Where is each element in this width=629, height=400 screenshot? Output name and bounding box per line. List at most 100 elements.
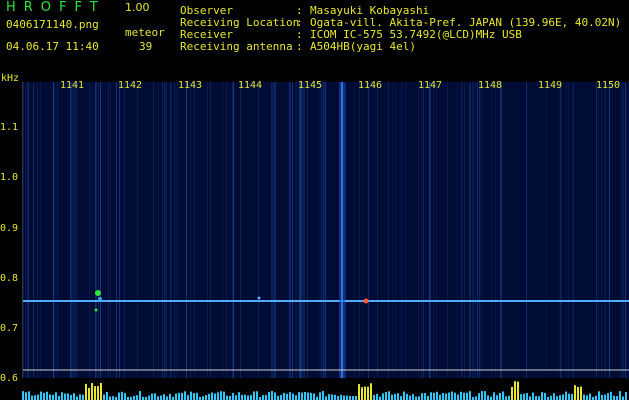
- histogram-bar: [589, 393, 591, 400]
- histogram-bar: [511, 386, 513, 400]
- histogram-bar: [616, 396, 618, 400]
- noise-streak: [77, 82, 78, 380]
- app-version: 1.00: [125, 1, 150, 14]
- noise-streak: [421, 82, 422, 380]
- noise-streak: [609, 82, 610, 380]
- histogram-bar: [373, 395, 375, 400]
- noise-streak: [321, 82, 322, 380]
- spectrogram-plot: [22, 82, 629, 380]
- meteor-count-histogram: [22, 378, 628, 400]
- noise-streak: [605, 82, 606, 380]
- noise-streak: [307, 82, 308, 380]
- histogram-bar: [160, 395, 162, 400]
- histogram-bar: [406, 393, 408, 400]
- histogram-bar: [31, 395, 33, 400]
- histogram-bar: [385, 391, 387, 400]
- noise-streak: [275, 82, 276, 380]
- noise-streak: [401, 82, 402, 380]
- noise-streak: [158, 82, 159, 380]
- histogram-bar: [64, 393, 66, 400]
- histogram-bar: [100, 382, 102, 400]
- histogram-bar: [70, 394, 72, 400]
- noise-streak: [462, 82, 463, 380]
- histogram-bar: [478, 393, 480, 400]
- histogram-bar: [520, 394, 522, 400]
- histogram-bar: [541, 392, 543, 400]
- y-axis-unit: kHz: [1, 73, 20, 84]
- histogram-bar: [277, 395, 279, 400]
- histogram-bar: [370, 383, 372, 400]
- histogram-bar: [139, 391, 141, 400]
- noise-streak: [620, 82, 621, 380]
- histogram-bar: [157, 396, 159, 400]
- histogram-bar: [235, 395, 237, 400]
- noise-streak: [223, 82, 224, 380]
- noise-streak: [368, 82, 369, 380]
- noise-streak: [72, 82, 73, 380]
- histogram-bar: [619, 391, 621, 400]
- histogram-bar: [322, 391, 324, 400]
- histogram-bar: [25, 392, 27, 400]
- histogram-bar: [391, 394, 393, 400]
- histogram-bar: [412, 394, 414, 400]
- noise-streak: [116, 82, 117, 380]
- histogram-bar: [466, 392, 468, 400]
- histogram-bar: [544, 392, 546, 400]
- x-tick: 1144: [238, 80, 263, 91]
- histogram-bar: [304, 391, 306, 400]
- histogram-bar: [208, 393, 210, 400]
- histogram-bar: [343, 395, 345, 400]
- spectrogram-canvas: [23, 82, 629, 380]
- histogram-bar: [598, 391, 600, 400]
- histogram-bar: [214, 393, 216, 400]
- histogram-bar: [223, 391, 225, 400]
- noise-streak: [359, 82, 360, 380]
- histogram-bar: [376, 393, 378, 400]
- histogram-bar: [184, 391, 186, 400]
- noise-streak: [572, 82, 573, 380]
- noise-streak: [53, 82, 54, 380]
- histogram-bar: [286, 393, 288, 400]
- noise-streak: [33, 82, 34, 380]
- noise-streak: [623, 82, 624, 380]
- noise-streak: [98, 82, 99, 380]
- x-tick: 1147: [418, 80, 443, 91]
- histogram-bar: [514, 381, 516, 400]
- noise-streak: [76, 82, 77, 380]
- noise-streak: [89, 82, 90, 380]
- histogram-bar: [418, 396, 420, 400]
- histogram-bar: [226, 395, 228, 400]
- noise-streak: [495, 82, 496, 380]
- noise-streak: [325, 82, 326, 380]
- noise-streak: [164, 82, 165, 380]
- histogram-bar: [448, 392, 450, 400]
- histogram-bar: [247, 395, 249, 400]
- histogram-bar: [613, 395, 615, 400]
- noise-streak: [392, 82, 393, 380]
- histogram-bar: [91, 383, 93, 400]
- histogram-bar: [409, 395, 411, 400]
- histogram-bar: [133, 395, 135, 400]
- histogram-bar: [565, 391, 567, 400]
- histogram-bar: [49, 394, 51, 400]
- histogram-bar: [298, 392, 300, 400]
- noise-streak: [430, 82, 431, 380]
- histogram-bar: [475, 396, 477, 400]
- noise-streak: [194, 82, 195, 380]
- histogram-bar: [571, 393, 573, 400]
- noise-streak: [299, 82, 300, 380]
- x-tick: 1141: [60, 80, 85, 91]
- noise-streak: [470, 82, 471, 380]
- file-datetime: 04.06.17 11:40: [6, 40, 99, 53]
- histogram-bar: [556, 396, 558, 400]
- histogram-bar: [583, 394, 585, 400]
- noise-streak: [170, 82, 171, 380]
- histogram-bar: [577, 387, 579, 400]
- noise-streak: [469, 82, 470, 380]
- noise-streak: [573, 82, 574, 380]
- histogram-bar: [424, 393, 426, 400]
- meteor-echo: [257, 296, 261, 300]
- histogram-bar: [109, 396, 111, 400]
- histogram-bar: [118, 392, 120, 400]
- noise-streak: [27, 82, 28, 380]
